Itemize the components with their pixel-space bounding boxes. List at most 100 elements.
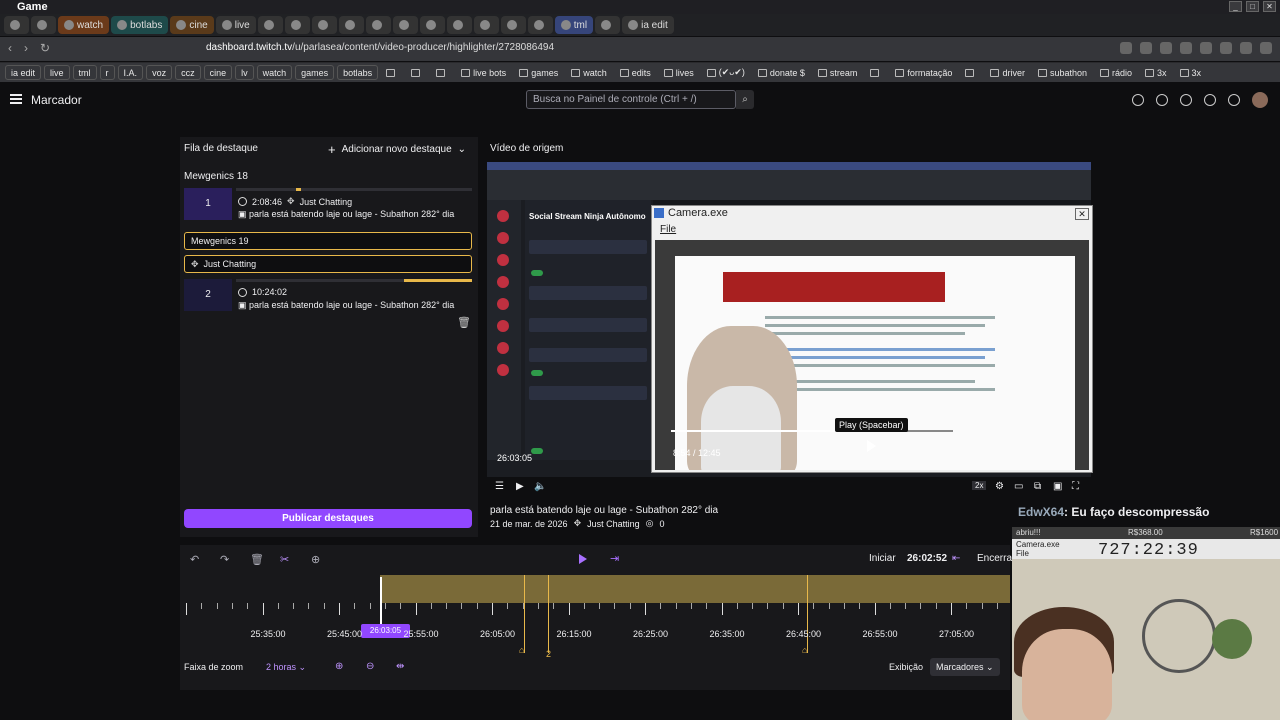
add-icon[interactable]: ⊕ bbox=[311, 553, 320, 566]
browser-tab[interactable]: cine bbox=[170, 16, 214, 34]
bookmark-item[interactable] bbox=[406, 65, 428, 80]
zoom-out-icon[interactable]: ⊖ bbox=[366, 661, 374, 672]
bookmark-item[interactable]: lives bbox=[659, 65, 699, 80]
marker-line[interactable] bbox=[524, 575, 525, 653]
category-input[interactable]: ✥ Just Chatting bbox=[184, 255, 472, 273]
maximize-button[interactable]: □ bbox=[1246, 1, 1259, 12]
browser-tab[interactable] bbox=[446, 16, 472, 34]
bookmark-item[interactable]: voz bbox=[146, 65, 173, 80]
pip-icon[interactable]: ▣ bbox=[1053, 481, 1062, 492]
browser-tab[interactable]: watch bbox=[58, 16, 110, 34]
bookmark-item[interactable]: donate $ bbox=[753, 65, 810, 80]
bookmark-item[interactable] bbox=[960, 65, 982, 80]
bookmark-item[interactable]: ccz bbox=[175, 65, 201, 80]
search-input[interactable]: Busca no Painel de controle (Ctrl + /) bbox=[526, 90, 736, 109]
bookmark-item[interactable] bbox=[431, 65, 453, 80]
browser-tab[interactable] bbox=[257, 16, 283, 34]
extension-icon[interactable] bbox=[1180, 42, 1192, 54]
marker-icon[interactable]: ⌂ bbox=[519, 645, 524, 655]
browser-tab[interactable] bbox=[527, 16, 553, 34]
back-icon[interactable]: ‹ bbox=[8, 41, 12, 55]
notifications-icon[interactable] bbox=[1132, 94, 1144, 106]
volume-icon[interactable]: 🔈 bbox=[534, 481, 546, 492]
forward-icon[interactable]: › bbox=[24, 41, 28, 55]
set-start-icon[interactable]: ⇤ bbox=[952, 553, 960, 564]
bookmark-item[interactable]: I.A. bbox=[117, 65, 144, 80]
drops-icon[interactable] bbox=[1180, 94, 1192, 106]
extension-icon[interactable] bbox=[1160, 42, 1172, 54]
bookmark-item[interactable]: tml bbox=[72, 65, 97, 80]
bookmark-item[interactable]: 3x bbox=[1140, 65, 1172, 80]
trash-icon[interactable]: 🗑 bbox=[250, 553, 264, 566]
browser-tab[interactable] bbox=[392, 16, 418, 34]
browser-tab[interactable]: botlabs bbox=[111, 16, 169, 34]
reload-icon[interactable]: ↻ bbox=[40, 41, 50, 55]
fullscreen-icon[interactable]: ⛶ bbox=[1072, 481, 1079, 492]
queue-item[interactable]: 1 2:08:46 ✥ Just Chatting ▣ parla está bat… bbox=[184, 188, 472, 220]
bookmark-item[interactable]: ia edit bbox=[5, 65, 42, 80]
browser-tab[interactable] bbox=[595, 16, 621, 34]
browser-tab[interactable] bbox=[500, 16, 526, 34]
bookmark-item[interactable]: stream bbox=[813, 65, 863, 80]
extension-icon[interactable] bbox=[1140, 42, 1152, 54]
bookmark-item[interactable] bbox=[381, 65, 403, 80]
extension-icon[interactable] bbox=[1220, 42, 1232, 54]
scissors-icon[interactable]: ✂ bbox=[280, 553, 289, 566]
clip-icon[interactable]: ⧉ bbox=[1034, 481, 1041, 492]
bookmark-item[interactable]: subathon bbox=[1033, 65, 1092, 80]
browser-tab[interactable] bbox=[473, 16, 499, 34]
queue-item[interactable]: 2 10:24:02 ▣ parla está batendo laje ou … bbox=[184, 279, 473, 311]
browser-tab[interactable] bbox=[365, 16, 391, 34]
settings-icon[interactable]: ⚙ bbox=[995, 481, 1004, 492]
bookmark-item[interactable]: lv bbox=[235, 65, 254, 80]
chapters-icon[interactable]: ☰ bbox=[495, 481, 504, 492]
search-icon[interactable]: ⌕ bbox=[736, 90, 754, 109]
markers-dropdown[interactable]: Marcadores ⌄ bbox=[930, 658, 1000, 676]
speed-button[interactable]: 2x bbox=[972, 481, 987, 490]
bookmark-item[interactable]: watch bbox=[566, 65, 612, 80]
extension-icon[interactable] bbox=[1120, 42, 1132, 54]
bookmark-item[interactable]: edits bbox=[615, 65, 656, 80]
browser-tab[interactable] bbox=[338, 16, 364, 34]
marker-line[interactable] bbox=[807, 575, 808, 653]
help-icon[interactable] bbox=[1156, 94, 1168, 106]
inbox-icon[interactable] bbox=[1204, 94, 1216, 106]
extension-icon[interactable] bbox=[1240, 42, 1252, 54]
add-highlight-button[interactable]: + Adicionar novo destaque ⌄ bbox=[328, 142, 466, 157]
skip-end-icon[interactable]: ⇥ bbox=[610, 552, 619, 565]
bookmark-item[interactable]: cine bbox=[203, 65, 233, 80]
highlight-title-input[interactable]: Mewgenics 19 bbox=[184, 232, 472, 250]
close-icon[interactable]: ✕ bbox=[1075, 208, 1089, 220]
browser-tab[interactable]: live bbox=[215, 16, 256, 34]
zoom-in-icon[interactable]: ⊕ bbox=[335, 661, 343, 672]
play-icon[interactable]: ▶ bbox=[516, 481, 524, 492]
marker-line[interactable] bbox=[548, 575, 549, 653]
end-label[interactable]: Encerrar bbox=[977, 553, 1015, 564]
extension-icon[interactable] bbox=[1200, 42, 1212, 54]
theater-icon[interactable]: ▭ bbox=[1014, 481, 1023, 492]
minimize-button[interactable]: _ bbox=[1229, 1, 1242, 12]
bookmark-item[interactable]: 3x bbox=[1175, 65, 1207, 80]
browser-tab[interactable]: tml bbox=[554, 16, 594, 34]
play-icon[interactable] bbox=[579, 554, 587, 564]
browser-tab[interactable] bbox=[4, 16, 29, 34]
zoom-select[interactable]: 2 horas ⌄ bbox=[266, 662, 306, 673]
bookmark-item[interactable]: botlabs bbox=[337, 65, 379, 80]
bookmark-item[interactable]: (✔ᴗ✔) bbox=[702, 65, 750, 80]
highlight-range[interactable] bbox=[380, 575, 1010, 603]
bookmark-item[interactable]: formatação bbox=[890, 65, 957, 80]
whispers-icon[interactable] bbox=[1228, 94, 1240, 106]
close-button[interactable]: ✕ bbox=[1263, 1, 1276, 12]
publish-button[interactable]: Publicar destaques bbox=[184, 509, 472, 528]
browser-tab[interactable] bbox=[419, 16, 445, 34]
bookmark-item[interactable]: watch bbox=[256, 65, 293, 80]
fit-icon[interactable]: ⇹ bbox=[396, 661, 404, 672]
bookmark-item[interactable]: rádio bbox=[1095, 65, 1137, 80]
file-menu[interactable]: File bbox=[660, 224, 676, 235]
browser-tab[interactable] bbox=[31, 16, 56, 34]
bookmark-item[interactable]: driver bbox=[985, 65, 1030, 80]
extension-icon[interactable] bbox=[1260, 42, 1272, 54]
menu-icon[interactable] bbox=[10, 94, 22, 104]
play-icon[interactable] bbox=[867, 440, 876, 452]
bookmark-item[interactable] bbox=[865, 65, 887, 80]
